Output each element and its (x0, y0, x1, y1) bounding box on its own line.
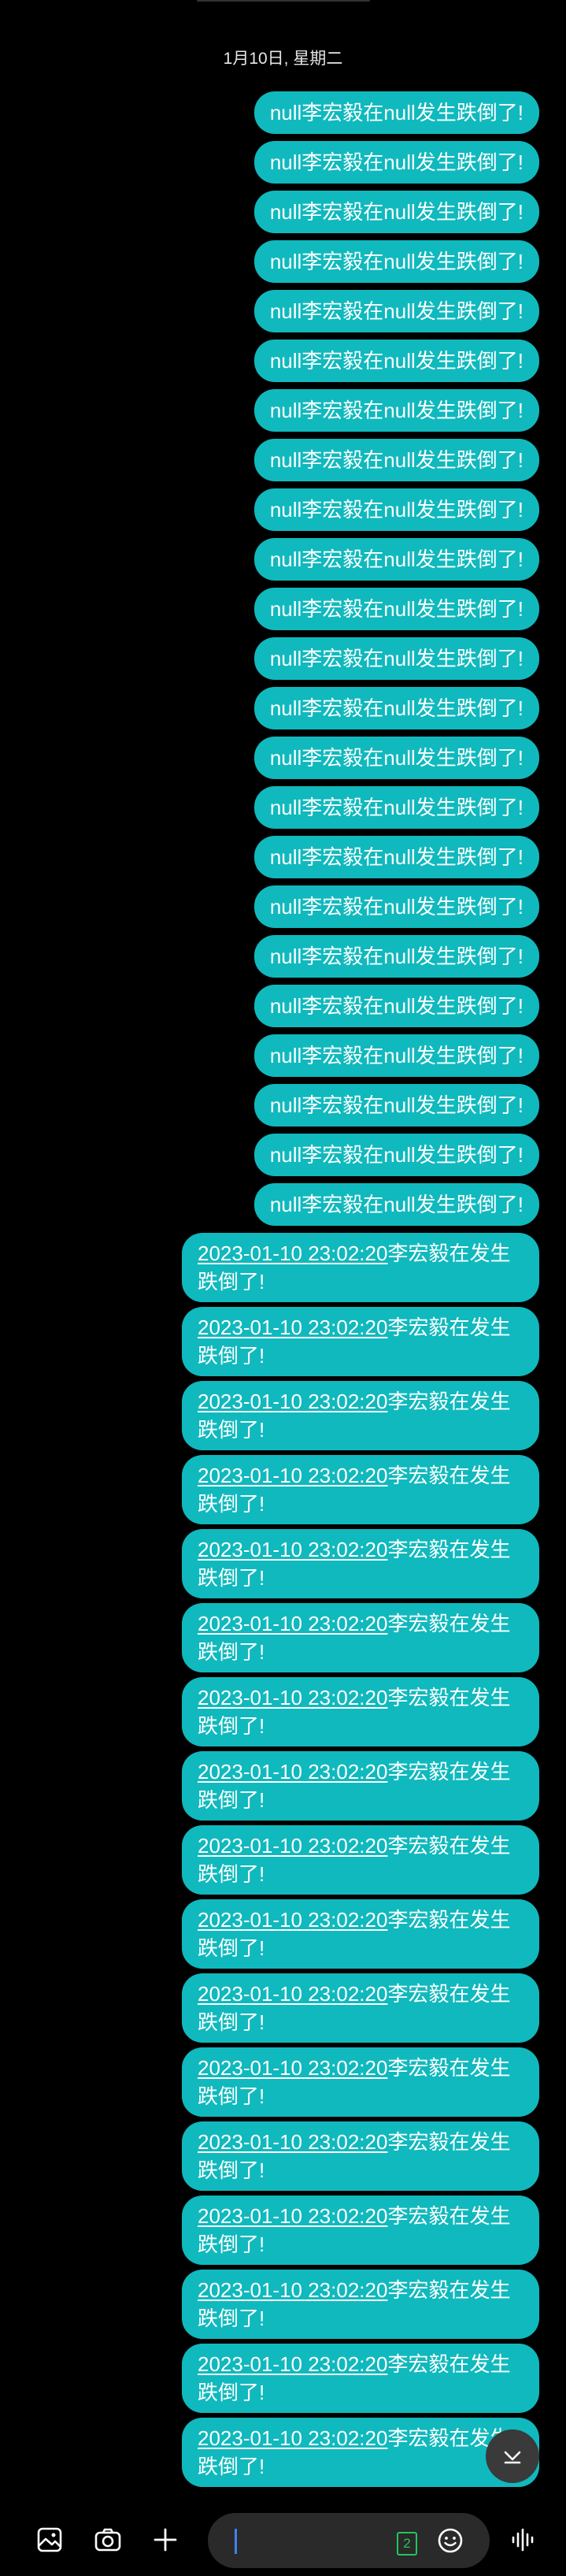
emoji-button[interactable] (430, 2520, 471, 2561)
message-bubble[interactable]: null李宏毅在null发生跌倒了! (253, 885, 539, 928)
timestamp-link[interactable]: 2023-01-10 23:02:20 (198, 2056, 387, 2080)
message-bubble[interactable]: null李宏毅在null发生跌倒了! (253, 1084, 539, 1127)
message-bubble[interactable]: 2023-01-10 23:02:20李宏毅在发生跌倒了! (182, 1751, 539, 1821)
date-header: 1月10日, 星期二 (223, 50, 343, 68)
message-bubble[interactable]: null李宏毅在null发生跌倒了! (253, 935, 539, 978)
message-bubble[interactable]: 2023-01-10 23:02:20李宏毅在发生跌倒了! (182, 1381, 539, 1450)
timestamp-link[interactable]: 2023-01-10 23:02:20 (198, 1982, 387, 2006)
text-caret (235, 2529, 237, 2554)
emoji-icon (438, 2528, 463, 2553)
message-bubble[interactable]: null李宏毅在null发生跌倒了! (253, 1183, 539, 1226)
camera-icon (94, 2528, 121, 2552)
message-bubble[interactable]: null李宏毅在null发生跌倒了! (253, 340, 539, 382)
timestamp-link[interactable]: 2023-01-10 23:02:20 (198, 2352, 387, 2376)
message-bubble[interactable]: null李宏毅在null发生跌倒了! (253, 836, 539, 878)
add-attachment-button[interactable] (145, 2519, 186, 2560)
message-bubble[interactable]: null李宏毅在null发生跌倒了! (253, 588, 539, 630)
message-bubble[interactable]: 2023-01-10 23:02:20李宏毅在发生跌倒了! (182, 2047, 539, 2117)
sim-card-selector[interactable]: 2 (397, 2532, 417, 2556)
message-bubble[interactable]: null李宏毅在null发生跌倒了! (253, 240, 539, 283)
timestamp-link[interactable]: 2023-01-10 23:02:20 (198, 1390, 387, 1413)
message-bubble[interactable]: null李宏毅在null发生跌倒了! (253, 91, 539, 134)
message-input[interactable] (231, 2524, 392, 2559)
message-bubble[interactable]: null李宏毅在null发生跌倒了! (253, 687, 539, 729)
message-bubble[interactable]: 2023-01-10 23:02:20李宏毅在发生跌倒了! (182, 1825, 539, 1895)
message-bubble[interactable]: null李宏毅在null发生跌倒了! (253, 637, 539, 680)
message-bubble[interactable]: 2023-01-10 23:02:20李宏毅在发生跌倒了! (182, 2121, 539, 2191)
gallery-icon (37, 2527, 62, 2552)
timestamp-link[interactable]: 2023-01-10 23:02:20 (198, 1612, 387, 1635)
message-bubble[interactable]: null李宏毅在null发生跌倒了! (253, 1034, 539, 1077)
message-bubble[interactable]: 2023-01-10 23:02:20李宏毅在发生跌倒了! (182, 1677, 539, 1746)
timestamp-link[interactable]: 2023-01-10 23:02:20 (198, 1538, 387, 1561)
message-list[interactable]: null李宏毅在null发生跌倒了! null李宏毅在null发生跌倒了! null… (35, 91, 539, 2492)
message-bubble[interactable]: null李宏毅在null发生跌倒了! (253, 538, 539, 581)
message-bubble[interactable]: null李宏毅在null发生跌倒了! (253, 141, 539, 184)
message-bubble[interactable]: 2023-01-10 23:02:20李宏毅在发生跌倒了! (182, 2270, 539, 2339)
timestamp-link[interactable]: 2023-01-10 23:02:20 (198, 2130, 387, 2154)
scroll-to-bottom-button[interactable] (486, 2429, 539, 2483)
message-bubble[interactable]: 2023-01-10 23:02:20李宏毅在发生跌倒了! (182, 1455, 539, 1524)
message-bubble[interactable]: null李宏毅在null发生跌倒了! (253, 488, 539, 531)
composer-bar: 2 (0, 2504, 566, 2576)
timestamp-link[interactable]: 2023-01-10 23:02:20 (198, 2204, 387, 2228)
timestamp-link[interactable]: 2023-01-10 23:02:20 (198, 1242, 387, 1265)
timestamp-link[interactable]: 2023-01-10 23:02:20 (198, 1686, 387, 1709)
message-bubble[interactable]: null李宏毅在null发生跌倒了! (253, 290, 539, 332)
gallery-button[interactable] (29, 2519, 70, 2560)
camera-button[interactable] (87, 2519, 128, 2560)
message-bubble[interactable]: null李宏毅在null发生跌倒了! (253, 1134, 539, 1176)
message-bubble[interactable]: 2023-01-10 23:02:20李宏毅在发生跌倒了! (182, 1307, 539, 1376)
message-bubble[interactable]: 2023-01-10 23:02:20李宏毅在发生跌倒了! (182, 1973, 539, 2043)
message-bubble[interactable]: 2023-01-10 23:02:20李宏毅在发生跌倒了! (182, 1529, 539, 1598)
message-input-container[interactable]: 2 (208, 2513, 490, 2568)
timestamp-link[interactable]: 2023-01-10 23:02:20 (198, 1908, 387, 1932)
message-bubble[interactable]: null李宏毅在null发生跌倒了! (253, 191, 539, 233)
timestamp-link[interactable]: 2023-01-10 23:02:20 (198, 2278, 387, 2302)
message-bubble[interactable]: null李宏毅在null发生跌倒了! (253, 737, 539, 779)
message-bubble[interactable]: 2023-01-10 23:02:20李宏毅在发生跌倒了! (182, 1899, 539, 1969)
message-bubble[interactable]: 2023-01-10 23:02:20李宏毅在发生跌倒了! (182, 2344, 539, 2413)
timestamp-link[interactable]: 2023-01-10 23:02:20 (198, 2426, 387, 2450)
message-bubble[interactable]: 2023-01-10 23:02:20李宏毅在发生跌倒了! (182, 1233, 539, 1302)
voice-input-button[interactable] (503, 2519, 544, 2560)
chevron-down-icon (504, 2451, 521, 2464)
timestamp-link[interactable]: 2023-01-10 23:02:20 (198, 1834, 387, 1858)
message-bubble[interactable]: null李宏毅在null发生跌倒了! (253, 389, 539, 432)
plus-icon (154, 2528, 177, 2552)
status-bar-indicator (197, 0, 370, 2)
message-bubble[interactable]: 2023-01-10 23:02:20李宏毅在发生跌倒了! (182, 2196, 539, 2265)
voice-wave-icon (512, 2528, 534, 2552)
timestamp-link[interactable]: 2023-01-10 23:02:20 (198, 1316, 387, 1339)
timestamp-link[interactable]: 2023-01-10 23:02:20 (198, 1464, 387, 1487)
message-bubble[interactable]: null李宏毅在null发生跌倒了! (253, 786, 539, 829)
message-bubble[interactable]: null李宏毅在null发生跌倒了! (253, 985, 539, 1027)
message-bubble[interactable]: 2023-01-10 23:02:20李宏毅在发生跌倒了! (182, 1603, 539, 1672)
message-bubble[interactable]: null李宏毅在null发生跌倒了! (253, 439, 539, 481)
timestamp-link[interactable]: 2023-01-10 23:02:20 (198, 1760, 387, 1784)
